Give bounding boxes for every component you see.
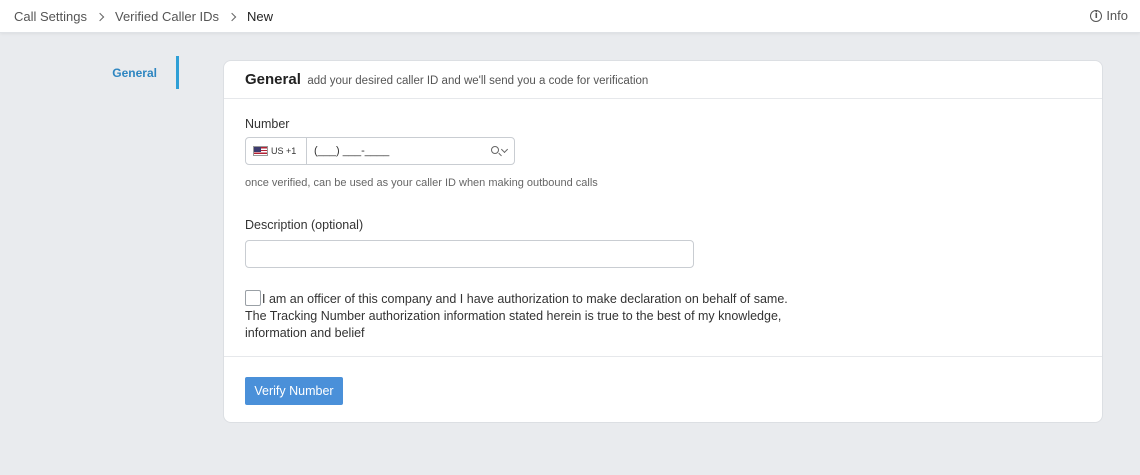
country-code: US +1 (271, 146, 297, 156)
section-nav: General (0, 56, 179, 89)
section-nav-item-general[interactable]: General (79, 56, 179, 89)
card-subtitle: add your desired caller ID and we'll sen… (307, 75, 649, 87)
number-label: Number (245, 117, 290, 131)
phone-number-input[interactable] (307, 138, 491, 164)
chevron-right-icon (95, 12, 105, 21)
breadcrumb: Call Settings Verified Caller IDs New (14, 9, 273, 24)
country-selector[interactable]: US +1 (246, 138, 307, 164)
breadcrumb-new: New (247, 9, 274, 24)
verify-number-button[interactable]: Verify Number (245, 377, 343, 405)
card-title: General (245, 71, 301, 88)
breadcrumb-call-settings[interactable]: Call Settings (14, 9, 87, 24)
card-header: General add your desired caller ID and w… (224, 61, 1102, 99)
breadcrumb-verified-caller-ids[interactable]: Verified Caller IDs (115, 9, 219, 24)
info-icon: i (1090, 9, 1103, 22)
phone-number-field: US +1 (245, 137, 515, 165)
number-hint: once verified, can be used as your calle… (245, 177, 598, 189)
search-icon[interactable] (491, 146, 499, 154)
consent-block: I am an officer of this company and I ha… (245, 290, 805, 342)
description-label: Description (optional) (245, 218, 364, 232)
chevron-right-icon (227, 12, 237, 21)
top-bar: Call Settings Verified Caller IDs New i … (0, 0, 1140, 33)
info-label: Info (1106, 8, 1128, 23)
chevron-down-icon[interactable] (500, 145, 509, 154)
general-card: General add your desired caller ID and w… (223, 60, 1103, 423)
description-input[interactable] (245, 240, 694, 268)
info-button[interactable]: i Info (1090, 8, 1128, 23)
us-flag-icon (253, 146, 268, 156)
consent-checkbox[interactable] (245, 290, 261, 306)
consent-text: I am an officer of this company and I ha… (245, 292, 788, 340)
footer-divider (224, 356, 1102, 357)
